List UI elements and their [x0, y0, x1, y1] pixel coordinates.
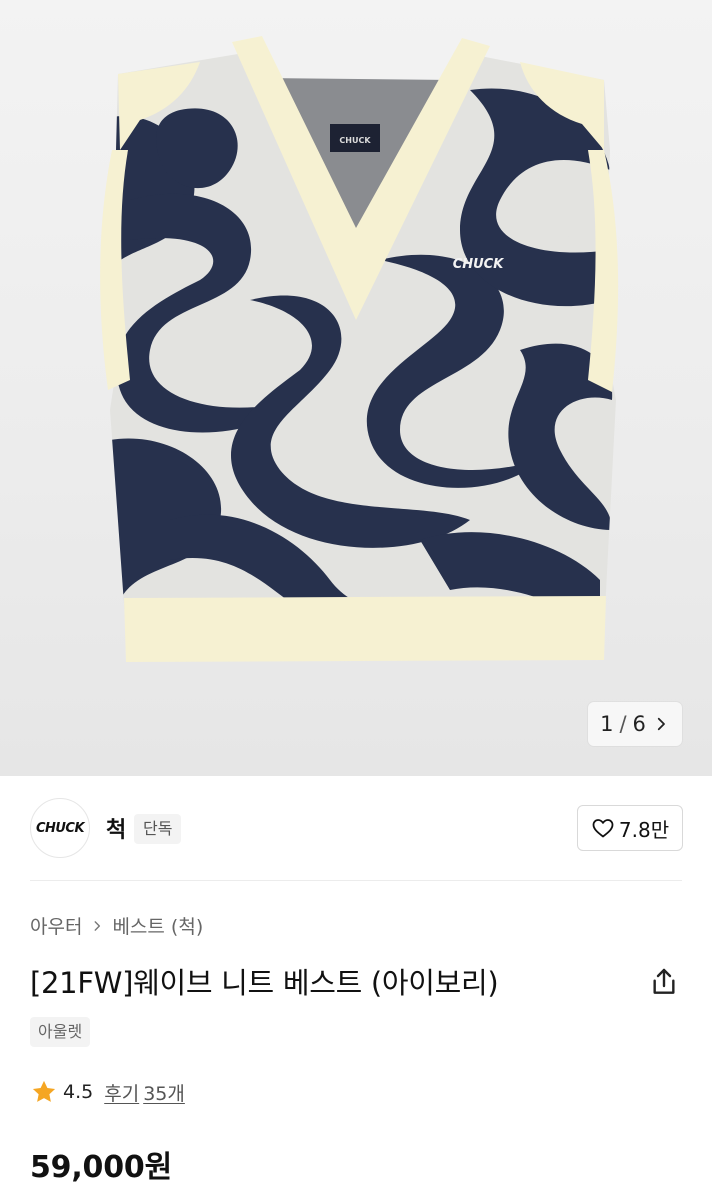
like-count: 7.8만 [618, 817, 670, 842]
rating-value: 4.5 [63, 1081, 94, 1103]
chevron-right-icon [95, 920, 101, 931]
pager-total: 6 [632, 712, 646, 736]
section-divider [30, 880, 682, 881]
neck-label-text: CHUCK [339, 136, 371, 145]
product-image: CHUCK CHUCK [100, 36, 619, 662]
hem-trim [124, 596, 606, 662]
share-icon[interactable] [648, 966, 680, 998]
pager-current: 1 [600, 712, 614, 736]
review-label: 후기 [104, 1082, 140, 1105]
breadcrumb: 아우터 베스트 (척) [30, 912, 203, 939]
chest-logo: CHUCK [453, 257, 505, 272]
pager-separator: / [619, 712, 627, 736]
brand-logo-text: CHUCK [35, 820, 85, 836]
outlet-tag: 아울렛 [30, 1017, 91, 1047]
exclusive-badge: 단독 [134, 814, 182, 844]
chevron-right-icon[interactable] [652, 715, 670, 733]
heart-outline-icon [592, 819, 614, 838]
rating-row: 4.5 후기 35개 [30, 1078, 185, 1106]
like-button[interactable]: 7.8만 [577, 805, 683, 851]
star-icon [32, 1080, 56, 1102]
breadcrumb-subcategory[interactable]: 베스트 (척) [112, 912, 203, 939]
product-image-gallery[interactable]: CHUCK CHUCK 1 / 6 [0, 0, 712, 776]
product-title: [21FW]웨이브 니트 베스트 (아이보리) [30, 966, 499, 1000]
product-price: 59,000원 [30, 1150, 172, 1185]
brand-logo[interactable]: CHUCK [30, 798, 90, 858]
brand-name[interactable]: 척 [106, 812, 126, 844]
breadcrumb-category[interactable]: 아우터 [30, 912, 82, 939]
gallery-pager[interactable]: 1 / 6 [588, 702, 682, 746]
review-count: 35개 [143, 1082, 185, 1105]
brand-row: CHUCK 척 단독 7.8만 [0, 776, 712, 880]
review-link[interactable]: 후기 35개 [104, 1079, 185, 1106]
